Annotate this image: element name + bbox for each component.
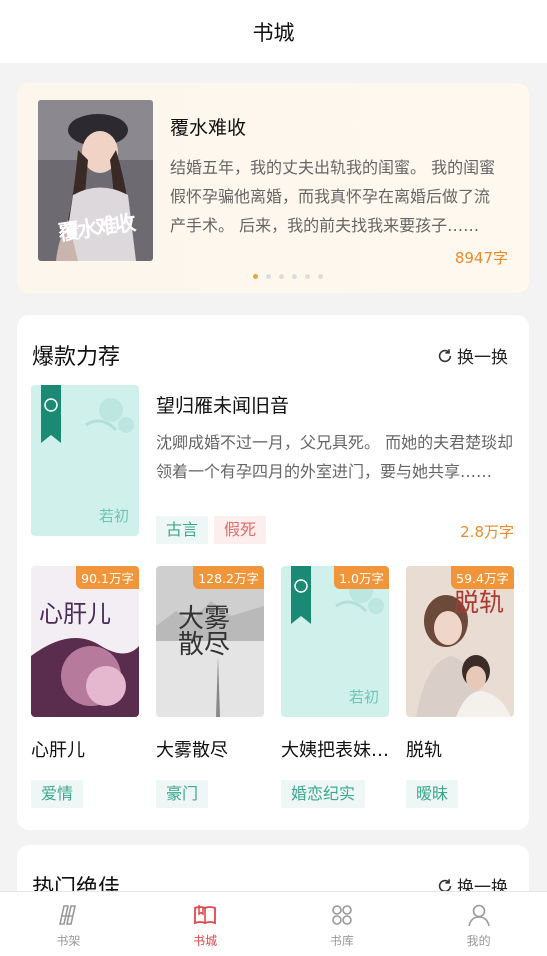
carousel-dot[interactable] [253, 274, 258, 279]
page-title: 书城 [252, 20, 295, 45]
bookshelf-icon [59, 905, 77, 925]
book-cover-title: 脱轨 [454, 588, 505, 617]
banner-carousel[interactable]: 覆水难收 覆水难收 结婚五年，我的丈夫出轨我的闺蜜。 我的闺蜜假怀孕骗他离婚，而… [17, 83, 529, 293]
word-count-badge: 128.2万字 [193, 566, 264, 589]
refresh-button[interactable]: 换一换 [436, 343, 508, 368]
book-cover-title: 心肝儿 [39, 600, 111, 628]
section-title: 爆款力荐 [32, 345, 121, 370]
book-cover[interactable]: 脱轨 59.4万字 [406, 566, 514, 717]
book-cover[interactable]: 大雾散尽 128.2万字 [156, 566, 264, 717]
book-card[interactable]: 心肝儿 90.1万字 心肝儿 爱情 [31, 566, 139, 808]
tab-profile[interactable]: 我的 [410, 892, 547, 956]
featured-book-title[interactable]: 望归雁未闻旧音 [156, 391, 289, 418]
book-title[interactable]: 脱轨 [406, 736, 514, 762]
tab-label: 书库 [329, 934, 354, 948]
banner-book-title[interactable]: 覆水难收 [170, 113, 246, 140]
top-bar: 书城 [0, 0, 547, 63]
book-tag[interactable]: 豪门 [156, 780, 209, 808]
featured-tag[interactable]: 古言 [156, 516, 209, 544]
featured-tag[interactable]: 假死 [214, 516, 267, 544]
featured-book-cover[interactable]: 若初 [31, 385, 139, 536]
book-title[interactable]: 大姨把表妹送进了我家 [281, 736, 389, 762]
recommend-section: 爆款力荐 换一换 若初 望归雁未闻旧音 沈卿成婚不过一月，父兄具死。 而她的夫君… [17, 315, 529, 830]
word-count-badge: 59.4万字 [451, 566, 514, 589]
carousel-dots [17, 274, 529, 279]
book-tag[interactable]: 暧昧 [406, 780, 459, 808]
tab-label: 我的 [466, 934, 491, 948]
refresh-label: 换一换 [457, 348, 508, 368]
featured-word-count: 2.8万字 [460, 523, 514, 541]
banner-book-desc: 结婚五年，我的丈夫出轨我的闺蜜。 我的闺蜜假怀孕骗他离婚，而我真怀孕在离婚后做了… [170, 158, 496, 235]
carousel-dot[interactable] [266, 274, 271, 279]
carousel-dot[interactable] [318, 274, 323, 279]
book-card[interactable]: 大雾散尽 128.2万字 大雾散尽 豪门 [156, 566, 264, 808]
refresh-icon [438, 348, 452, 362]
user-icon [467, 904, 490, 927]
book-tag[interactable]: 婚恋纪实 [281, 780, 366, 808]
book-tag[interactable]: 爱情 [31, 780, 84, 808]
bottom-tab-bar: 书架 书城 书库 我的 [0, 891, 547, 956]
book-card[interactable]: 脱轨 59.4万字 脱轨 暧昧 [406, 566, 514, 808]
banner-book-cover[interactable]: 覆水难收 [38, 100, 153, 261]
featured-cover-logo: 若初 [98, 507, 129, 525]
word-count-badge: 90.1万字 [76, 566, 139, 589]
tab-label: 书架 [56, 934, 81, 948]
featured-book-desc: 沈卿成婚不过一月，父兄具死。 而她的夫君楚琰却领着一个有孕四月的外室进门，要与她… [156, 433, 514, 481]
carousel-dot[interactable] [292, 274, 297, 279]
carousel-dot[interactable] [305, 274, 310, 279]
book-card[interactable]: 若初 1.0万字 大姨把表妹送进了我家 婚恋纪实 [281, 566, 389, 808]
book-cover-logo: 若初 [348, 688, 379, 706]
book-open-icon [194, 905, 217, 925]
book-cover[interactable]: 心肝儿 90.1万字 [31, 566, 139, 717]
book-title[interactable]: 心肝儿 [31, 736, 139, 762]
tab-bookstore[interactable]: 书城 [137, 892, 274, 956]
word-count-badge: 1.0万字 [334, 566, 389, 589]
book-cover-title: 大雾散尽 [178, 604, 231, 660]
tab-bookshelf[interactable]: 书架 [0, 892, 137, 956]
book-title[interactable]: 大雾散尽 [156, 736, 264, 762]
tab-library[interactable]: 书库 [274, 892, 411, 956]
grid-icon [332, 905, 352, 925]
book-cover[interactable]: 若初 1.0万字 [281, 566, 389, 717]
carousel-dot[interactable] [279, 274, 284, 279]
tab-label: 书城 [193, 934, 218, 948]
banner-word-count: 8947字 [454, 249, 508, 267]
